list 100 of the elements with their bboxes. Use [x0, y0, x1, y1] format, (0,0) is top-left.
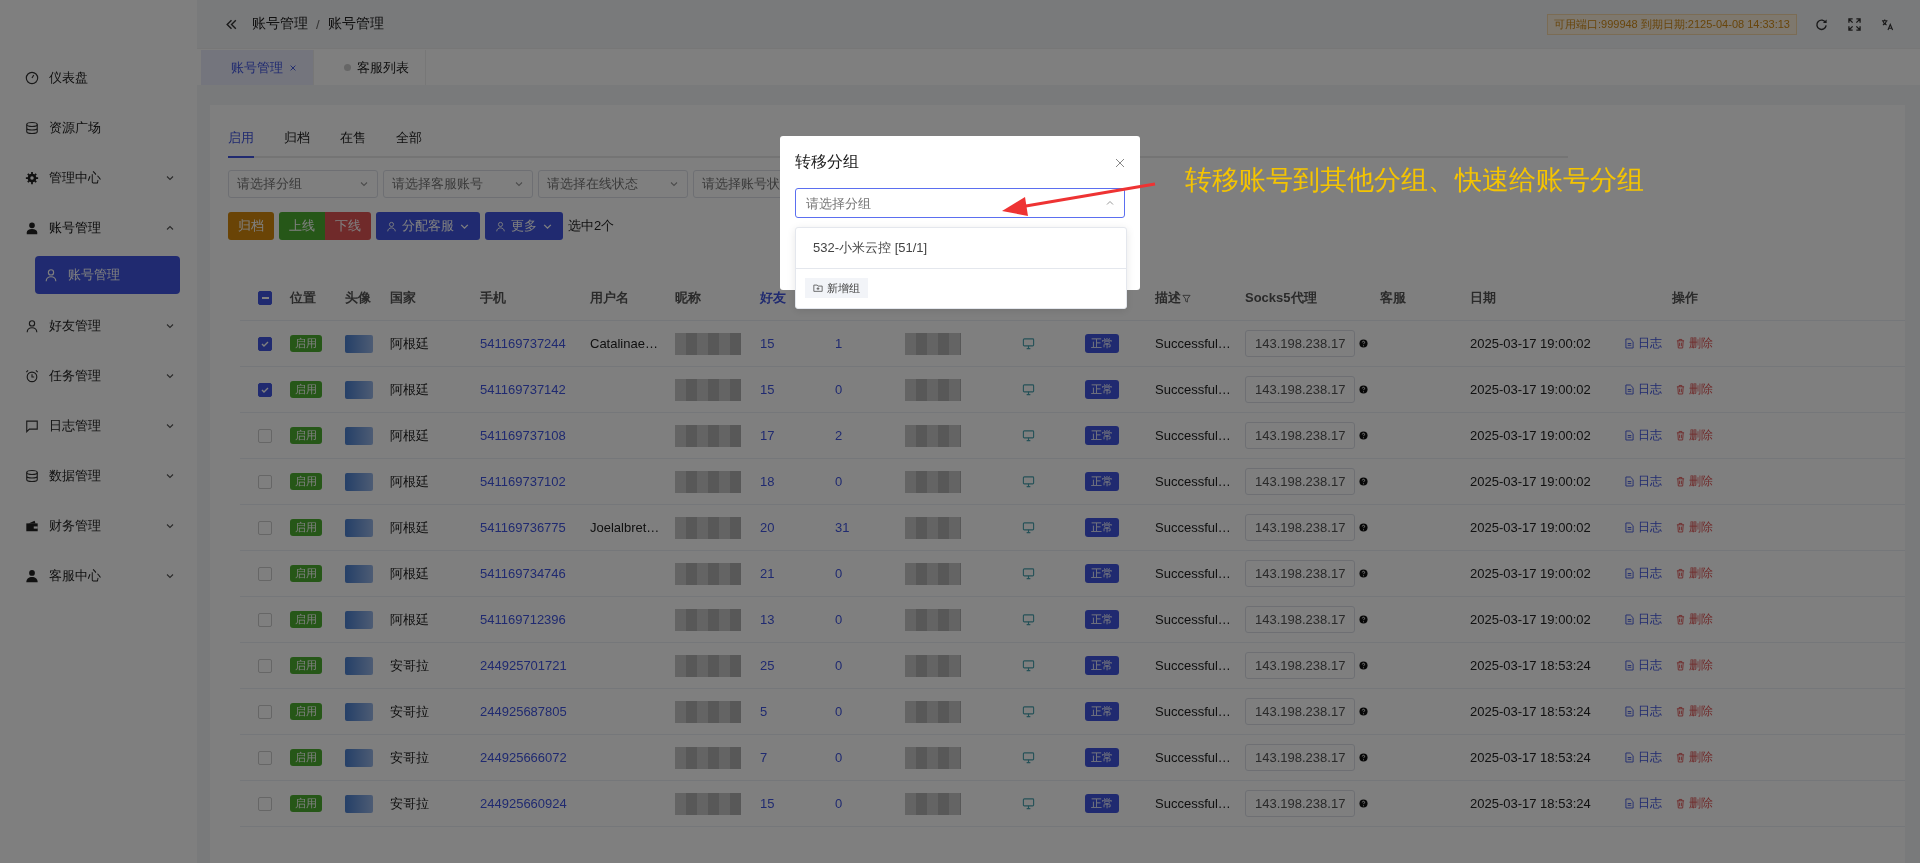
delete-link[interactable]: 删除 [1676, 473, 1713, 490]
toolbar-button[interactable]: 下线 [325, 212, 371, 240]
breadcrumb-item[interactable]: 账号管理 [327, 15, 384, 33]
page-tab[interactable]: 账号管理 [201, 50, 314, 85]
phone-link[interactable]: 244925701721 [480, 658, 567, 673]
log-link[interactable]: 日志 [1625, 749, 1662, 766]
friend-count-link[interactable]: 15 [760, 796, 775, 811]
help-icon[interactable] [1359, 431, 1369, 440]
friend-count-link[interactable]: 20 [760, 520, 775, 535]
phone-link[interactable]: 244925666072 [480, 750, 567, 765]
help-icon[interactable] [1359, 753, 1369, 762]
log-link[interactable]: 日志 [1625, 381, 1662, 398]
sidebar-subitem[interactable]: 账号管理 [35, 256, 180, 294]
phone-link[interactable]: 541169737142 [480, 382, 566, 397]
count-link[interactable]: 0 [835, 566, 843, 581]
log-link[interactable]: 日志 [1625, 473, 1662, 490]
phone-link[interactable]: 541169737108 [480, 428, 566, 443]
phone-link[interactable]: 244925687805 [480, 704, 567, 719]
proxy-field[interactable]: 143.198.238.17 [1245, 744, 1356, 771]
sidebar-item[interactable]: 任务管理 [0, 351, 197, 401]
count-link[interactable]: 0 [835, 612, 843, 627]
row-checkbox[interactable] [258, 382, 272, 397]
proxy-field[interactable]: 143.198.238.17 [1245, 422, 1356, 449]
phone-link[interactable]: 541169712396 [480, 612, 566, 627]
count-link[interactable]: 31 [835, 520, 850, 535]
select-all-checkbox[interactable] [258, 291, 272, 305]
friend-count-link[interactable]: 15 [760, 336, 775, 351]
delete-link[interactable]: 删除 [1676, 749, 1713, 766]
sidebar-item[interactable]: 好友管理 [0, 301, 197, 351]
phone-link[interactable]: 541169734746 [480, 566, 566, 581]
proxy-field[interactable]: 143.198.238.17 [1245, 468, 1356, 495]
sidebar-item[interactable]: 仪表盘 [0, 53, 197, 103]
delete-link[interactable]: 删除 [1676, 427, 1713, 444]
count-link[interactable]: 0 [835, 704, 843, 719]
phone-link[interactable]: 541169737102 [480, 474, 566, 489]
delete-link[interactable]: 删除 [1676, 519, 1713, 536]
count-link[interactable]: 0 [835, 382, 843, 397]
help-icon[interactable] [1359, 707, 1369, 716]
friend-count-link[interactable]: 15 [760, 382, 775, 397]
help-icon[interactable] [1359, 339, 1369, 348]
help-icon[interactable] [1359, 477, 1369, 486]
row-checkbox[interactable] [258, 336, 272, 351]
phone-link[interactable]: 244925660924 [480, 796, 567, 811]
log-link[interactable]: 日志 [1625, 611, 1662, 628]
help-icon[interactable] [1359, 799, 1369, 808]
proxy-field[interactable]: 143.198.238.17 [1245, 514, 1356, 541]
log-link[interactable]: 日志 [1625, 657, 1662, 674]
friend-count-link[interactable]: 21 [760, 566, 775, 581]
status-tab[interactable]: 归档 [284, 125, 310, 158]
delete-link[interactable]: 删除 [1676, 703, 1713, 720]
sidebar-item[interactable]: 客服中心 [0, 551, 197, 601]
sidebar-item[interactable]: 财务管理 [0, 501, 197, 551]
toolbar-button[interactable]: 更多 [485, 212, 563, 240]
log-link[interactable]: 日志 [1625, 427, 1662, 444]
delete-link[interactable]: 删除 [1676, 795, 1713, 812]
refresh-icon[interactable] [1815, 17, 1828, 31]
delete-link[interactable]: 删除 [1676, 335, 1713, 352]
help-icon[interactable] [1359, 569, 1369, 578]
help-icon[interactable] [1359, 615, 1369, 624]
help-icon[interactable] [1359, 661, 1369, 670]
page-tab[interactable]: 客服列表 [314, 50, 426, 85]
log-link[interactable]: 日志 [1625, 335, 1662, 352]
translate-icon[interactable] [1881, 17, 1894, 31]
delete-link[interactable]: 删除 [1676, 565, 1713, 582]
proxy-field[interactable]: 143.198.238.17 [1245, 698, 1356, 725]
help-icon[interactable] [1359, 523, 1369, 532]
proxy-field[interactable]: 143.198.238.17 [1245, 330, 1356, 357]
proxy-field[interactable]: 143.198.238.17 [1245, 652, 1356, 679]
sidebar-item[interactable]: 资源广场 [0, 103, 197, 153]
count-link[interactable]: 0 [835, 750, 843, 765]
phone-link[interactable]: 541169736775 [480, 520, 566, 535]
log-link[interactable]: 日志 [1625, 565, 1662, 582]
filter-select[interactable]: 请选择在线状态 [538, 170, 688, 198]
toolbar-button[interactable]: 上线 [279, 212, 325, 240]
count-link[interactable]: 0 [835, 796, 843, 811]
group-option[interactable]: 532-小米云控 [51/1] [796, 228, 1126, 269]
proxy-field[interactable]: 143.198.238.17 [1245, 376, 1356, 403]
delete-link[interactable]: 删除 [1676, 657, 1713, 674]
delete-link[interactable]: 删除 [1676, 381, 1713, 398]
count-link[interactable]: 0 [835, 474, 843, 489]
help-icon[interactable] [1359, 385, 1369, 394]
close-icon[interactable] [289, 63, 297, 72]
proxy-field[interactable]: 143.198.238.17 [1245, 790, 1356, 817]
filter-select[interactable]: 请选择客服账号 [383, 170, 533, 198]
collapse-icon[interactable] [225, 17, 238, 31]
count-link[interactable]: 0 [835, 658, 843, 673]
sidebar-item[interactable]: 账号管理 [0, 203, 197, 253]
phone-link[interactable]: 541169737244 [480, 336, 566, 351]
proxy-field[interactable]: 143.198.238.17 [1245, 606, 1356, 633]
close-icon[interactable] [1115, 157, 1125, 168]
toolbar-button[interactable]: 归档 [228, 212, 274, 240]
friend-count-link[interactable]: 17 [760, 428, 775, 443]
status-tab[interactable]: 全部 [396, 125, 422, 158]
group-select[interactable]: 请选择分组 [795, 188, 1125, 218]
log-link[interactable]: 日志 [1625, 703, 1662, 720]
log-link[interactable]: 日志 [1625, 795, 1662, 812]
sidebar-item[interactable]: 数据管理 [0, 451, 197, 501]
toolbar-button[interactable]: 分配客服 [376, 212, 480, 240]
breadcrumb-item[interactable]: 账号管理 [252, 15, 308, 33]
friend-count-link[interactable]: 7 [760, 750, 768, 765]
